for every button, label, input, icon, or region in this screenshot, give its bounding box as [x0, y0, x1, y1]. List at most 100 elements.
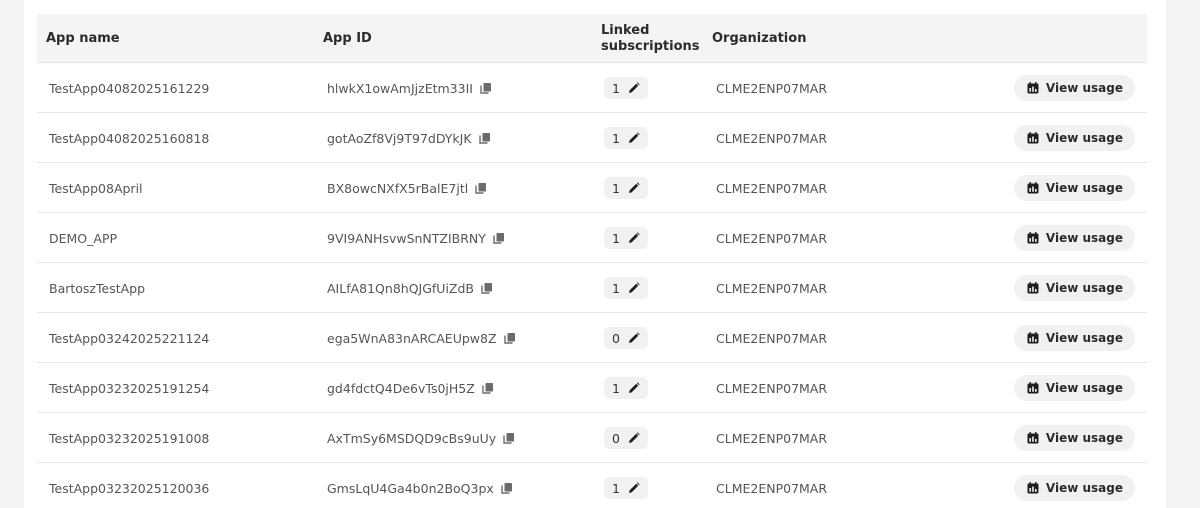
table-row: TestApp04082025161229 hlwkX1owAmJjzEtm33…	[37, 63, 1147, 113]
calendar-chart-icon	[1027, 382, 1039, 394]
organization: CLME2ENP07MAR	[716, 280, 828, 296]
view-usage-button[interactable]: View usage	[1013, 375, 1135, 401]
linked-count: 1	[612, 480, 620, 496]
view-usage-button[interactable]: View usage	[1013, 325, 1135, 351]
organization-cell: CLME2ENP07MAR	[716, 213, 827, 263]
linked-subscriptions-pill[interactable]: 0	[604, 427, 648, 449]
copy-icon[interactable]	[501, 482, 513, 494]
action-cell: View usage	[1013, 163, 1135, 213]
organization-cell: CLME2ENP07MAR	[716, 363, 827, 413]
app-id-cell: BX8owcNXfX5rBalE7jtl	[327, 163, 487, 213]
table-row: TestApp08April BX8owcNXfX5rBalE7jtl 1 CL…	[37, 163, 1147, 213]
linked-subscriptions-pill[interactable]: 1	[604, 377, 648, 399]
action-cell: View usage	[1013, 213, 1135, 263]
pencil-icon[interactable]	[628, 82, 640, 94]
organization: CLME2ENP07MAR	[716, 80, 828, 96]
app-id-cell: 9VI9ANHsvwSnNTZIBRNY	[327, 213, 505, 263]
organization: CLME2ENP07MAR	[716, 380, 828, 396]
app-name: TestApp04082025160818	[49, 130, 210, 146]
organization-cell: CLME2ENP07MAR	[716, 413, 827, 463]
organization-cell: CLME2ENP07MAR	[716, 463, 827, 508]
app-name-cell: TestApp04082025161229	[49, 63, 209, 113]
app-id: BX8owcNXfX5rBalE7jtl	[327, 180, 469, 196]
view-usage-button[interactable]: View usage	[1013, 475, 1135, 501]
action-cell: View usage	[1013, 413, 1135, 463]
app-id-cell: hlwkX1owAmJjzEtm33II	[327, 63, 492, 113]
app-id: 9VI9ANHsvwSnNTZIBRNY	[327, 230, 486, 246]
app-id-cell: AILfA81Qn8hQJGfUiZdB	[327, 263, 493, 313]
copy-icon[interactable]	[481, 282, 493, 294]
app-id: gd4fdctQ4De6vTs0jH5Z	[327, 380, 475, 396]
apps-table: App name App ID Linked subscriptions Org…	[37, 14, 1147, 508]
app-name: TestApp03232025191254	[49, 380, 210, 396]
linked-count: 0	[612, 430, 620, 446]
pencil-icon[interactable]	[628, 182, 640, 194]
app-id: gotAoZf8Vj9T97dDYkJK	[327, 130, 472, 146]
organization-cell: CLME2ENP07MAR	[716, 263, 827, 313]
copy-icon[interactable]	[480, 82, 492, 94]
table-row: TestApp03242025221124 ega5WnA83nARCAEUpw…	[37, 313, 1147, 363]
copy-icon[interactable]	[482, 382, 494, 394]
view-usage-button[interactable]: View usage	[1013, 225, 1135, 251]
organization-cell: CLME2ENP07MAR	[716, 113, 827, 163]
table-header: App name App ID Linked subscriptions Org…	[37, 14, 1147, 63]
header-linked-line1: Linked	[601, 23, 650, 38]
app-name: DEMO_APP	[49, 230, 118, 246]
linked-subscriptions-cell: 1	[604, 263, 648, 313]
view-usage-button[interactable]: View usage	[1013, 275, 1135, 301]
linked-subscriptions-pill[interactable]: 1	[604, 227, 648, 249]
linked-subscriptions-pill[interactable]: 1	[604, 277, 648, 299]
app-name-cell: TestApp03242025221124	[49, 313, 209, 363]
linked-subscriptions-pill[interactable]: 1	[604, 127, 648, 149]
view-usage-button[interactable]: View usage	[1013, 175, 1135, 201]
app-id: hlwkX1owAmJjzEtm33II	[327, 80, 473, 96]
linked-subscriptions-pill[interactable]: 0	[604, 327, 648, 349]
linked-subscriptions-pill[interactable]: 1	[604, 177, 648, 199]
action-cell: View usage	[1013, 63, 1135, 113]
copy-icon[interactable]	[503, 432, 515, 444]
copy-icon[interactable]	[503, 332, 516, 344]
header-organization[interactable]: Organization	[712, 31, 806, 47]
linked-subscriptions-pill[interactable]: 1	[604, 477, 648, 499]
copy-icon[interactable]	[493, 232, 505, 244]
view-usage-button[interactable]: View usage	[1013, 75, 1135, 101]
view-usage-button[interactable]: View usage	[1013, 125, 1135, 151]
linked-count: 1	[612, 180, 620, 196]
pencil-icon[interactable]	[628, 332, 640, 344]
linked-subscriptions-cell: 0	[604, 413, 648, 463]
header-linked-subscriptions[interactable]: Linked subscriptions	[601, 23, 700, 55]
pencil-icon[interactable]	[628, 382, 640, 394]
view-usage-button[interactable]: View usage	[1013, 425, 1135, 451]
table-row: TestApp03232025191008 AxTmSy6MSDQD9cBs9u…	[37, 413, 1147, 463]
pencil-icon[interactable]	[628, 482, 640, 494]
app-name: TestApp03232025120036	[49, 480, 210, 496]
organization-cell: CLME2ENP07MAR	[716, 163, 827, 213]
header-app-name[interactable]: App name	[46, 31, 120, 47]
table-row: DEMO_APP 9VI9ANHsvwSnNTZIBRNY 1 CLME2ENP…	[37, 213, 1147, 263]
app-id: AILfA81Qn8hQJGfUiZdB	[327, 280, 475, 296]
linked-subscriptions-pill[interactable]: 1	[604, 77, 648, 99]
app-name: TestApp04082025161229	[49, 80, 210, 96]
linked-count: 1	[612, 380, 620, 396]
organization: CLME2ENP07MAR	[716, 130, 828, 146]
pencil-icon[interactable]	[628, 282, 640, 294]
apps-card: App name App ID Linked subscriptions Org…	[24, 0, 1166, 508]
organization: CLME2ENP07MAR	[716, 230, 828, 246]
pencil-icon[interactable]	[628, 432, 640, 444]
app-id-cell: GmsLqU4Ga4b0n2BoQ3px	[327, 463, 513, 508]
view-usage-label: View usage	[1045, 331, 1123, 345]
app-name: TestApp03242025221124	[49, 330, 210, 346]
header-app-id[interactable]: App ID	[323, 31, 372, 47]
calendar-chart-icon	[1027, 332, 1039, 344]
linked-subscriptions-cell: 1	[604, 63, 648, 113]
app-name-cell: TestApp03232025120036	[49, 463, 209, 508]
copy-icon[interactable]	[478, 132, 491, 144]
organization: CLME2ENP07MAR	[716, 430, 828, 446]
calendar-chart-icon	[1027, 182, 1039, 194]
pencil-icon[interactable]	[628, 232, 640, 244]
app-id: ega5WnA83nARCAEUpw8Z	[327, 330, 497, 346]
app-name: TestApp08April	[49, 180, 143, 196]
copy-icon[interactable]	[475, 182, 487, 194]
pencil-icon[interactable]	[628, 132, 640, 144]
linked-subscriptions-cell: 1	[604, 213, 648, 263]
